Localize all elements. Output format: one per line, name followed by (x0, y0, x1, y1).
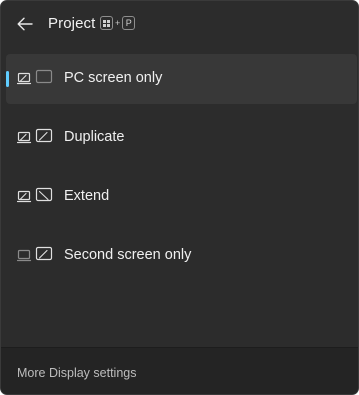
option-second-screen-only[interactable]: Second screen only (6, 231, 357, 281)
back-button[interactable] (13, 12, 37, 36)
more-display-settings-link[interactable]: More Display settings (17, 366, 137, 380)
flyout-header: Project + P (1, 1, 358, 47)
back-arrow-icon (17, 17, 33, 31)
p-key-badge: P (122, 16, 136, 30)
extend-icon (17, 187, 53, 203)
shortcut-plus: + (115, 18, 121, 28)
option-pc-screen-only[interactable]: PC screen only (6, 54, 357, 104)
page-title: Project (48, 15, 96, 32)
project-flyout: Project + P PC screen only Duplicate Ext… (0, 0, 359, 395)
pc-screen-only-icon (17, 69, 53, 85)
keyboard-shortcut: + P (100, 16, 136, 30)
windows-logo-icon (103, 19, 110, 27)
option-label: Duplicate (64, 129, 125, 145)
duplicate-icon (17, 128, 53, 144)
selection-indicator (6, 71, 9, 87)
windows-key-badge (100, 16, 113, 30)
option-extend[interactable]: Extend (6, 172, 357, 222)
option-label: PC screen only (64, 70, 163, 86)
option-duplicate[interactable]: Duplicate (6, 113, 357, 163)
flyout-footer: More Display settings (1, 347, 358, 394)
second-screen-only-icon (17, 246, 53, 262)
option-label: Second screen only (64, 247, 192, 263)
option-label: Extend (64, 188, 110, 204)
